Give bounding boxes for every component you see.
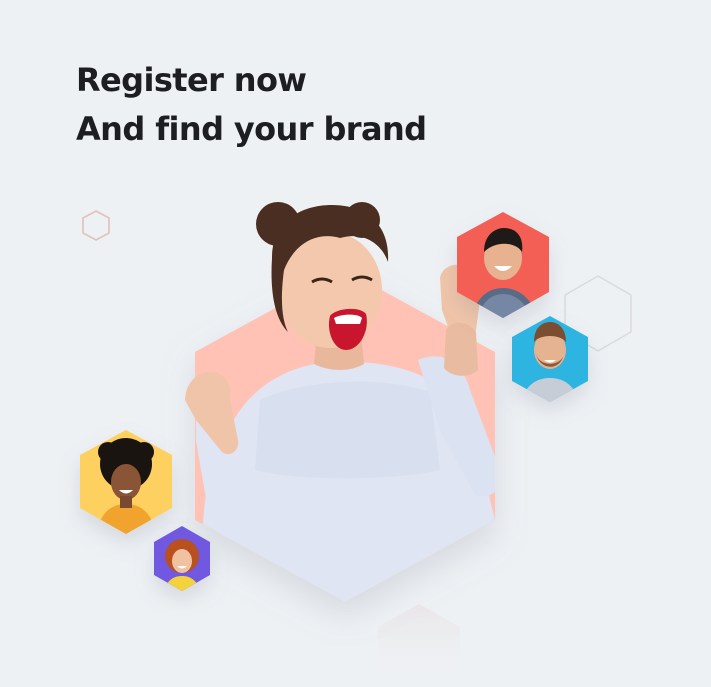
hero-illustration <box>80 202 632 687</box>
decorative-hexagon-faded <box>378 604 460 687</box>
decorative-hexagon-outline-small <box>82 210 110 241</box>
